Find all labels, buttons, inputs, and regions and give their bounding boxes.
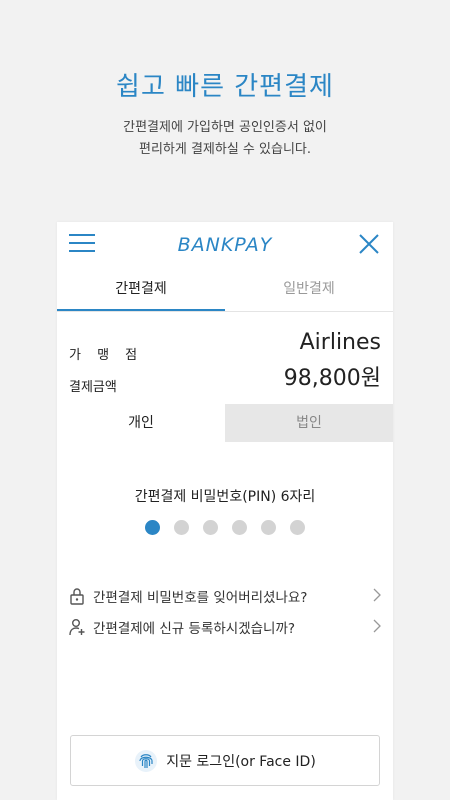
amount-value: 98,800원 (283, 366, 381, 391)
amount-label: 결제금액 (69, 380, 117, 395)
tab-general-payment[interactable]: 일반결제 (225, 268, 393, 311)
chevron-right-icon (373, 588, 381, 602)
pin-dot (203, 520, 218, 535)
pin-dot (232, 520, 247, 535)
hero-section: 쉽고 빠른 간편결제 간편결제에 가입하면 공인인증서 없이 편리하게 결제하실… (0, 0, 450, 161)
hero-subtitle-line1: 간편결제에 가입하면 공인인증서 없이 (123, 120, 327, 135)
payment-card: BANKPAY 간편결제 일반결제 가 맹 점 결제금액 Airlines 98… (57, 222, 393, 800)
pin-dot (261, 520, 276, 535)
pin-dot (145, 520, 160, 535)
forgot-pin-label: 간편결제 비밀번호를 잊어버리셨나요? (93, 589, 308, 606)
account-type-tabs: 개인 법인 (57, 404, 393, 442)
register-label: 간편결제에 신규 등록하시겠습니까? (93, 620, 296, 637)
lock-icon (70, 587, 84, 605)
pin-dot (174, 520, 189, 535)
merchant-value: Airlines (299, 330, 381, 355)
bankpay-logo: BANKPAY (177, 234, 273, 256)
pin-dot (290, 520, 305, 535)
fingerprint-icon (135, 749, 158, 772)
payment-type-tabs: 간편결제 일반결제 (57, 268, 393, 312)
register-link[interactable]: 간편결제에 신규 등록하시겠습니까? (69, 611, 381, 642)
fingerprint-login-button[interactable]: 지문 로그인(or Face ID) (70, 735, 380, 786)
chevron-right-icon (373, 619, 381, 633)
pin-indicator (57, 520, 393, 535)
fingerprint-login-label: 지문 로그인(or Face ID) (166, 753, 316, 770)
tab-personal[interactable]: 개인 (57, 404, 225, 442)
hero-subtitle-line2: 편리하게 결제하실 수 있습니다. (138, 142, 311, 157)
pin-title: 간편결제 비밀번호(PIN) 6자리 (134, 489, 316, 505)
add-user-icon (69, 618, 85, 635)
hero-subtitle: 간편결제에 가입하면 공인인증서 없이 편리하게 결제하실 수 있습니다. (0, 117, 450, 161)
hero-title: 쉽고 빠른 간편결제 (116, 72, 334, 102)
top-bar: BANKPAY (57, 222, 393, 268)
tab-simple-payment[interactable]: 간편결제 (57, 268, 225, 311)
tab-corporate[interactable]: 법인 (225, 404, 393, 442)
forgot-pin-link[interactable]: 간편결제 비밀번호를 잊어버리셨나요? (69, 580, 381, 611)
payment-info: 가 맹 점 결제금액 Airlines 98,800원 (57, 312, 393, 404)
close-icon[interactable] (357, 232, 381, 256)
help-links: 간편결제 비밀번호를 잊어버리셨나요? 간편결제에 신규 등록하시겠습니까? (69, 580, 381, 642)
merchant-label: 가 맹 점 (69, 348, 144, 363)
